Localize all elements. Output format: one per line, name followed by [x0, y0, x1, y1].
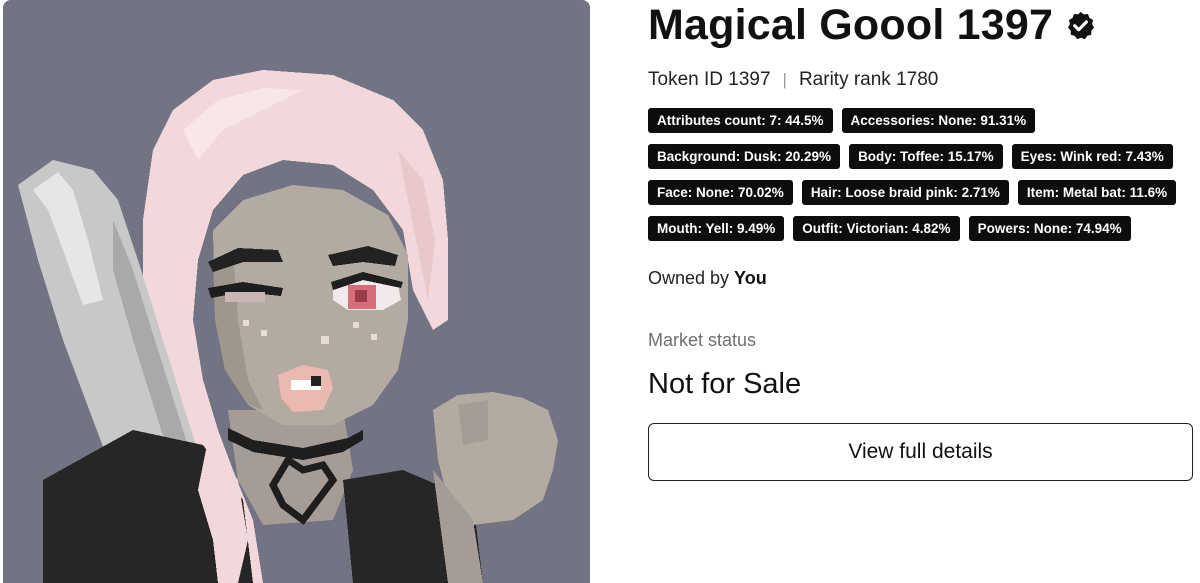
- attribute-tag: Outfit: Victorian: 4.82%: [793, 216, 960, 241]
- nft-artwork-image: [3, 0, 590, 583]
- nft-info-panel: Magical Goool 1397 Token ID 1397 | Rarit…: [648, 0, 1194, 481]
- tag-row: Mouth: Yell: 9.49% Outfit: Victorian: 4.…: [648, 216, 1194, 241]
- rarity-rank: Rarity rank 1780: [798, 69, 939, 90]
- attribute-tag: Background: Dusk: 20.29%: [648, 144, 841, 169]
- title-row: Magical Goool 1397: [648, 0, 1194, 50]
- token-meta: Token ID 1397 | Rarity rank 1780: [648, 66, 1194, 94]
- tag-row: Attributes count: 7: 44.5% Accessories: …: [648, 108, 1194, 133]
- attribute-tag: Mouth: Yell: 9.49%: [648, 216, 785, 241]
- attribute-tag: Hair: Loose braid pink: 2.71%: [801, 180, 1009, 205]
- attribute-tag: Accessories: None: 91.31%: [841, 108, 1036, 133]
- attribute-tag: Face: None: 70.02%: [648, 180, 793, 205]
- attribute-tag: Eyes: Wink red: 7.43%: [1011, 144, 1173, 169]
- owner-name[interactable]: You: [734, 268, 767, 288]
- verified-badge-icon: [1065, 10, 1096, 41]
- nft-title: Magical Goool 1397: [648, 1, 1054, 49]
- meta-separator: |: [782, 70, 787, 89]
- attribute-tag: Item: Metal bat: 11.6%: [1017, 180, 1177, 205]
- attribute-tags: Attributes count: 7: 44.5% Accessories: …: [648, 108, 1194, 241]
- tag-row: Face: None: 70.02% Hair: Loose braid pin…: [648, 180, 1194, 205]
- ownership-line: Owned by You: [648, 265, 1194, 291]
- attribute-tag: Body: Toffee: 15.17%: [849, 144, 1003, 169]
- attribute-tag: Powers: None: 74.94%: [968, 216, 1131, 241]
- token-id: Token ID 1397: [648, 69, 771, 90]
- market-status-value: Not for Sale: [648, 368, 802, 400]
- view-full-details-button[interactable]: View full details: [648, 423, 1193, 481]
- owned-by-label: Owned by: [648, 268, 735, 288]
- attribute-tag: Attributes count: 7: 44.5%: [648, 108, 833, 133]
- tag-row: Background: Dusk: 20.29% Body: Toffee: 1…: [648, 144, 1194, 169]
- nft-detail-page: Magical Goool 1397 Token ID 1397 | Rarit…: [0, 0, 1200, 583]
- market-status-label: Market status: [648, 330, 757, 350]
